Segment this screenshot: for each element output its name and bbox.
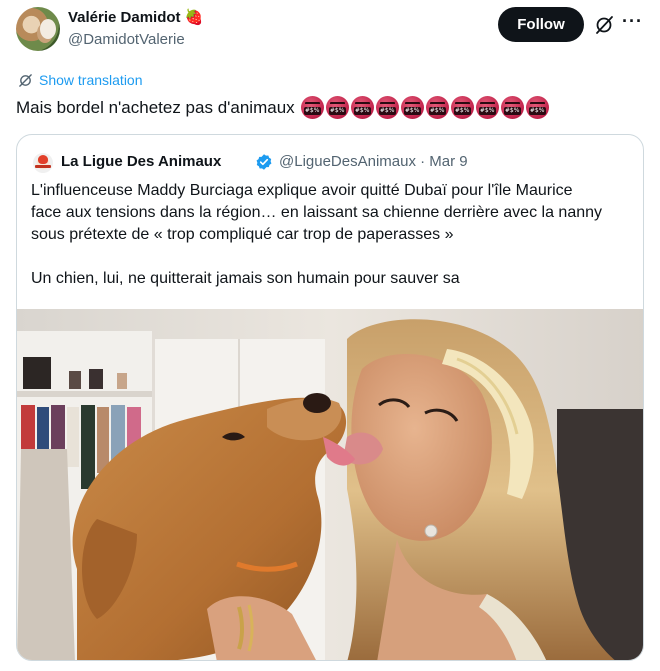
quoted-line: L'influenceuse Maddy Burciaga explique a…	[31, 182, 573, 199]
quoted-handle-date[interactable]: @LigueDesAnimaux · Mar 9	[279, 152, 468, 172]
translation-label[interactable]: Show translation	[39, 72, 143, 88]
more-horizontal-icon[interactable]: ···	[622, 10, 642, 38]
face-with-symbols-icon	[350, 96, 374, 119]
face-with-symbols-icon	[525, 96, 549, 119]
quoted-line: sous prétexte de « trop compliqué car tr…	[31, 226, 454, 243]
avatar[interactable]	[16, 7, 60, 51]
tweet: Valérie Damidot 🍓 @DamidotValerie Follow …	[0, 0, 660, 671]
face-with-symbols-icon	[300, 96, 324, 119]
face-with-symbols-icon	[500, 96, 524, 119]
quoted-line: face aux tensions dans la région… en lai…	[31, 204, 603, 221]
grok-slash-icon[interactable]	[593, 14, 615, 36]
quoted-author-name[interactable]: La Ligue Des Animaux	[61, 152, 221, 172]
strawberry-icon: 🍓	[184, 9, 204, 26]
quoted-avatar[interactable]	[33, 153, 53, 173]
face-with-symbols-icon	[450, 96, 474, 119]
author-name-line[interactable]: Valérie Damidot 🍓	[68, 8, 203, 28]
follow-button[interactable]: Follow	[498, 7, 584, 42]
translate-icon	[19, 73, 32, 87]
quoted-text: L'influenceuse Maddy Burciaga explique a…	[31, 180, 631, 290]
author-handle[interactable]: @DamidotValerie	[68, 30, 185, 50]
author-name[interactable]: Valérie Damidot	[68, 9, 181, 26]
face-with-symbols-icon	[400, 96, 424, 119]
quoted-line: Un chien, lui, ne quitterait jamais son …	[31, 270, 460, 287]
face-with-symbols-icon	[475, 96, 499, 119]
angry-emoji-row	[300, 96, 549, 119]
face-with-symbols-icon	[325, 96, 349, 119]
tweet-text: Mais bordel n'achetez pas d'animaux	[16, 96, 549, 119]
verified-badge-icon	[256, 154, 272, 170]
quoted-tweet[interactable]: La Ligue Des Animaux @LigueDesAnimaux · …	[16, 134, 644, 661]
face-with-symbols-icon	[375, 96, 399, 119]
face-with-symbols-icon	[425, 96, 449, 119]
show-translation-link[interactable]: Show translation	[18, 72, 143, 88]
quoted-photo[interactable]	[17, 309, 644, 661]
tweet-body: Mais bordel n'achetez pas d'animaux	[16, 97, 295, 117]
